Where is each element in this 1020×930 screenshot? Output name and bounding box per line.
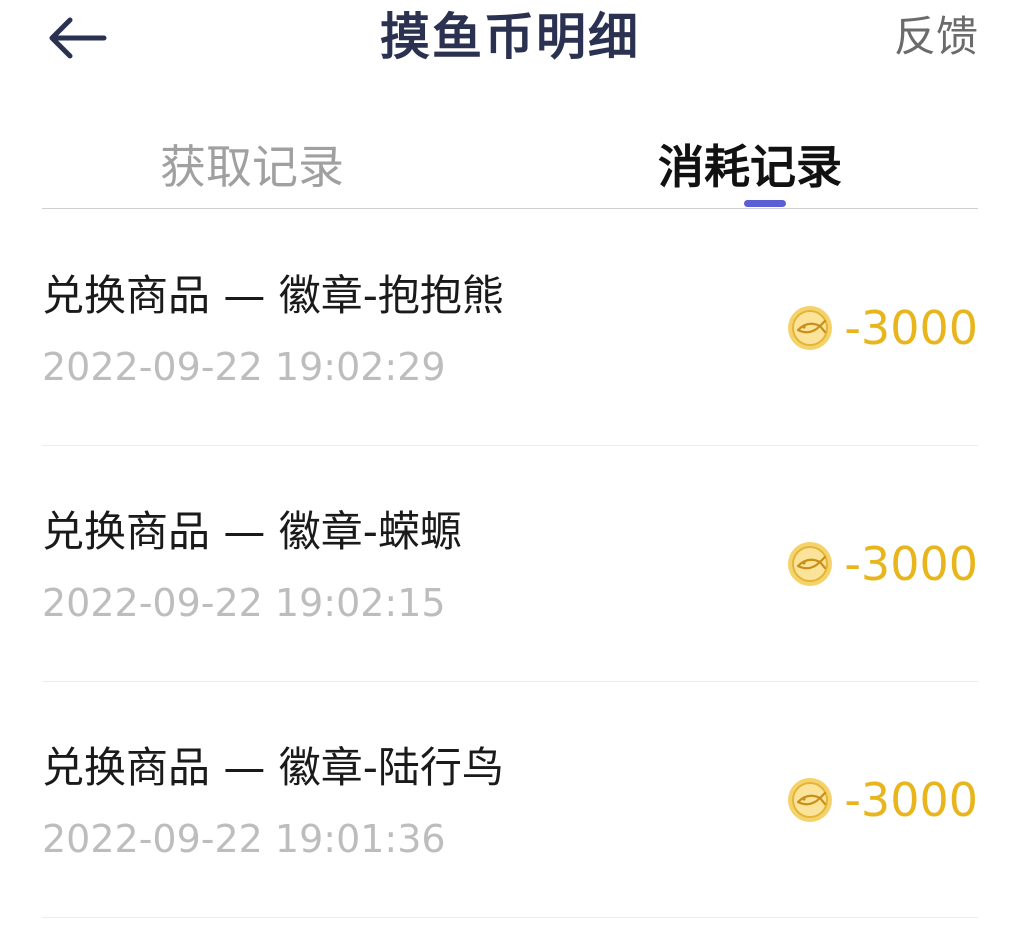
record-time: 2022-09-22 19:01:36 xyxy=(42,817,446,861)
record-time: 2022-09-22 19:02:29 xyxy=(42,345,446,389)
record-list: 兑换商品 — 徽章-抱抱熊 2022-09-22 19:02:29 -3000 … xyxy=(42,210,978,918)
record-time: 2022-09-22 19:02:15 xyxy=(42,581,446,625)
record-title: 兑换商品 — 徽章-抱抱熊 xyxy=(42,271,504,320)
header: 摸鱼币明细 反馈 xyxy=(0,0,1020,80)
list-item[interactable]: 兑换商品 — 徽章-抱抱熊 2022-09-22 19:02:29 -3000 xyxy=(42,210,978,446)
amount-value: -3000 xyxy=(844,537,978,591)
list-item[interactable]: 兑换商品 — 徽章-蝾螈 2022-09-22 19:02:15 -3000 xyxy=(42,446,978,682)
record-amount: -3000 xyxy=(786,300,978,356)
record-title: 兑换商品 — 徽章-陆行鸟 xyxy=(42,743,504,792)
record-title: 兑换商品 — 徽章-蝾螈 xyxy=(42,507,462,556)
tab-obtain-records[interactable]: 获取记录 xyxy=(160,136,344,198)
coin-detail-page: 摸鱼币明细 反馈 获取记录 消耗记录 兑换商品 — 徽章-抱抱熊 2022-09… xyxy=(0,0,1020,930)
amount-value: -3000 xyxy=(844,773,978,827)
amount-value: -3000 xyxy=(844,301,978,355)
coin-icon xyxy=(788,542,833,586)
tab-consume-records[interactable]: 消耗记录 xyxy=(658,136,842,198)
tab-bar: 获取记录 消耗记录 xyxy=(42,130,978,209)
list-item[interactable]: 兑换商品 — 徽章-陆行鸟 2022-09-22 19:01:36 -3000 xyxy=(42,682,978,918)
feedback-link[interactable]: 反馈 xyxy=(894,6,978,68)
coin-icon xyxy=(788,306,833,350)
page-title: 摸鱼币明细 xyxy=(380,8,640,66)
record-amount: -3000 xyxy=(786,536,978,592)
record-amount: -3000 xyxy=(786,772,978,828)
coin-icon xyxy=(788,778,833,822)
active-tab-indicator xyxy=(744,200,786,207)
